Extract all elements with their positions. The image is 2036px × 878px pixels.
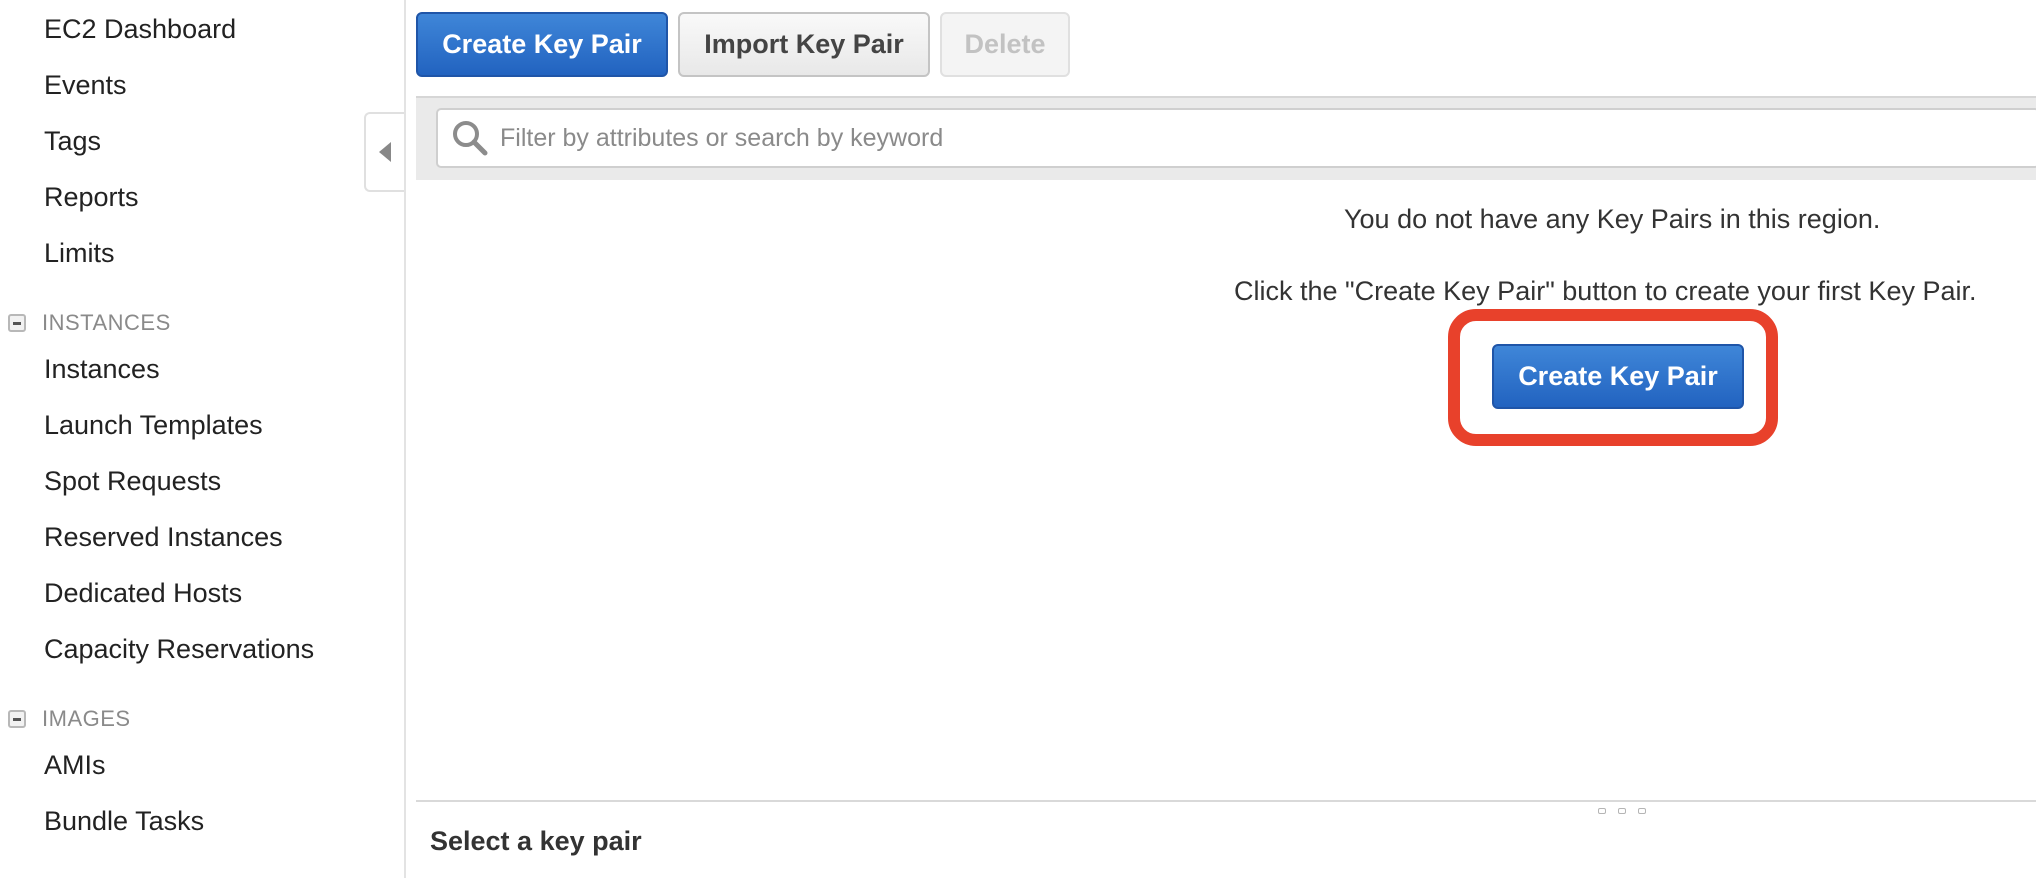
- sidebar-item-tags[interactable]: Tags: [44, 126, 101, 157]
- detail-pane-title: Select a key pair: [430, 826, 642, 856]
- sidebar-item-instances[interactable]: Instances: [44, 354, 160, 385]
- resize-divider[interactable]: [416, 800, 2036, 802]
- resize-grip-icon[interactable]: [1598, 808, 1606, 814]
- search-bar: [416, 96, 2036, 180]
- resize-grip-icon[interactable]: [1638, 808, 1646, 814]
- collapse-sidebar-button[interactable]: [364, 112, 404, 192]
- import-key-pair-button[interactable]: Import Key Pair: [678, 12, 930, 77]
- search-icon: [450, 118, 490, 158]
- sidebar-section-images: IMAGES: [8, 706, 131, 732]
- resize-grip-icon[interactable]: [1618, 808, 1626, 814]
- create-key-pair-button[interactable]: Create Key Pair: [416, 12, 668, 77]
- collapse-section-icon[interactable]: [8, 710, 26, 728]
- section-title: INSTANCES: [42, 310, 171, 335]
- section-title: IMAGES: [42, 706, 131, 731]
- sidebar-item-launch-templates[interactable]: Launch Templates: [44, 410, 263, 441]
- search-input[interactable]: [498, 122, 2036, 154]
- search-box: [436, 108, 2036, 168]
- chevron-left-icon: [379, 142, 391, 162]
- sidebar-item-dedicated-hosts[interactable]: Dedicated Hosts: [44, 578, 242, 609]
- sidebar-item-capacity-reservations[interactable]: Capacity Reservations: [44, 634, 314, 665]
- sidebar-item-events[interactable]: Events: [44, 70, 127, 101]
- collapse-section-icon[interactable]: [8, 314, 26, 332]
- sidebar-item-limits[interactable]: Limits: [44, 238, 115, 269]
- empty-state-hint: Click the "Create Key Pair" button to cr…: [1234, 276, 1977, 306]
- sidebar: EC2 Dashboard Events Tags Reports Limits…: [0, 0, 406, 878]
- create-first-key-pair-button[interactable]: Create Key Pair: [1492, 344, 1744, 409]
- empty-state-message: You do not have any Key Pairs in this re…: [1344, 204, 1881, 234]
- sidebar-item-reports[interactable]: Reports: [44, 182, 139, 213]
- sidebar-item-reserved-instances[interactable]: Reserved Instances: [44, 522, 283, 553]
- sidebar-item-spot-requests[interactable]: Spot Requests: [44, 466, 221, 497]
- delete-button[interactable]: Delete: [940, 12, 1070, 77]
- sidebar-item-bundle-tasks[interactable]: Bundle Tasks: [44, 806, 204, 837]
- sidebar-item-amis[interactable]: AMIs: [44, 750, 106, 781]
- sidebar-item-ec2-dashboard[interactable]: EC2 Dashboard: [44, 14, 236, 45]
- sidebar-section-instances: INSTANCES: [8, 310, 171, 336]
